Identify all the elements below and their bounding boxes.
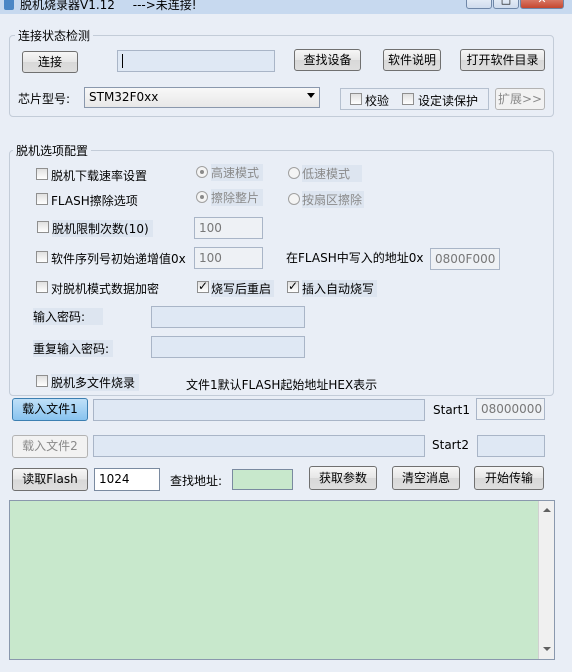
window-title: 脱机烧录器V1.12 --->未连接! bbox=[20, 0, 197, 13]
erase-sector-radio[interactable] bbox=[288, 193, 300, 205]
message-log[interactable] bbox=[9, 500, 555, 660]
start2-label: Start2 bbox=[432, 438, 469, 452]
software-help-button[interactable]: 软件说明 bbox=[383, 49, 441, 71]
start1-field[interactable]: 08000000 bbox=[476, 398, 545, 420]
start2-field[interactable] bbox=[477, 435, 545, 457]
verify-label: 校验 bbox=[365, 94, 390, 108]
flash-erase-checkbox[interactable] bbox=[36, 193, 48, 205]
minimize-icon: ─ bbox=[476, 0, 483, 6]
maximize-button[interactable]: □ bbox=[493, 0, 519, 9]
file1-path-field[interactable] bbox=[93, 399, 425, 421]
get-params-button[interactable]: 获取参数 bbox=[309, 466, 377, 490]
erase-sector-label: 按扇区擦除 bbox=[302, 191, 365, 208]
scroll-up-icon[interactable] bbox=[543, 508, 551, 512]
chip-model-value: STM32F0xx bbox=[89, 90, 159, 104]
download-rate-label: 脱机下载速率设置 bbox=[51, 169, 148, 183]
options-group-label: 脱机选项配置 bbox=[13, 142, 92, 159]
app-icon bbox=[4, 0, 14, 10]
download-rate-checkbox[interactable] bbox=[36, 168, 48, 180]
flash-address-label: 在FLASH中写入的地址0x bbox=[286, 251, 424, 265]
read-size-field[interactable]: 1024 bbox=[94, 468, 160, 491]
load-file2-button[interactable]: 载入文件2 bbox=[12, 435, 88, 458]
clear-messages-button[interactable]: 清空消息 bbox=[392, 466, 460, 490]
serial-increment-field[interactable]: 100 bbox=[194, 247, 263, 269]
read-protect-checkbox[interactable] bbox=[402, 93, 414, 105]
restart-checkbox[interactable]: ✓ bbox=[197, 279, 209, 293]
multi-file-checkbox[interactable] bbox=[36, 375, 48, 387]
file2-path-field[interactable] bbox=[93, 435, 425, 457]
password-field[interactable] bbox=[151, 306, 305, 328]
auto-burn-label: 插入自动烧写 bbox=[302, 280, 378, 297]
radio-selected-dot bbox=[200, 195, 204, 199]
encrypt-label: 对脱机模式数据加密 bbox=[51, 282, 160, 296]
multi-file-label: 脱机多文件烧录 bbox=[51, 374, 140, 391]
title-bar: 脱机烧录器V1.12 --->未连接! ─ □ ✕ bbox=[0, 0, 572, 14]
scroll-down-icon[interactable] bbox=[543, 647, 551, 651]
radio-selected-dot bbox=[200, 170, 204, 174]
high-speed-radio[interactable] bbox=[196, 166, 208, 178]
read-flash-button[interactable]: 读取Flash bbox=[12, 468, 88, 491]
restart-label: 烧写后重启 bbox=[211, 280, 275, 297]
start1-label: Start1 bbox=[433, 403, 470, 417]
find-address-label: 查找地址: bbox=[170, 474, 223, 488]
limit-count-field[interactable]: 100 bbox=[194, 217, 263, 239]
high-speed-label: 高速模式 bbox=[211, 164, 264, 181]
auto-burn-checkbox[interactable]: ✓ bbox=[287, 279, 299, 293]
serial-increment-checkbox[interactable] bbox=[36, 251, 48, 263]
chip-model-select[interactable]: STM32F0xx bbox=[84, 87, 320, 108]
erase-full-label: 擦除整片 bbox=[211, 189, 264, 206]
close-button[interactable]: ✕ bbox=[520, 0, 564, 9]
connect-button[interactable]: 连接 bbox=[22, 51, 78, 73]
serial-increment-label: 软件序列号初始递增值0x bbox=[51, 252, 186, 266]
expand-button[interactable]: 扩展>> bbox=[495, 88, 545, 110]
erase-full-radio[interactable] bbox=[196, 191, 208, 203]
chevron-down-icon bbox=[307, 93, 315, 98]
confirm-password-label: 重复输入密码: bbox=[33, 340, 114, 357]
chip-model-label: 芯片型号: bbox=[18, 92, 71, 106]
encrypt-checkbox[interactable] bbox=[36, 281, 48, 293]
flash-erase-label: FLASH擦除选项 bbox=[51, 194, 138, 208]
checkmark-icon: ✓ bbox=[198, 279, 209, 293]
load-file1-button[interactable]: 载入文件1 bbox=[12, 398, 88, 421]
low-speed-label: 低速模式 bbox=[302, 165, 363, 182]
low-speed-radio[interactable] bbox=[288, 167, 300, 179]
limit-count-label: 脱机限制次数(10) bbox=[52, 220, 153, 237]
text-cursor bbox=[122, 54, 123, 68]
read-protect-label: 设定读保护 bbox=[418, 94, 479, 108]
close-icon: ✕ bbox=[537, 0, 546, 6]
flash-address-field[interactable]: 0800F000 bbox=[430, 248, 500, 270]
connection-status: --->未连接! bbox=[132, 0, 197, 12]
find-address-field[interactable] bbox=[232, 469, 293, 490]
confirm-password-field[interactable] bbox=[151, 336, 305, 358]
log-scrollbar[interactable] bbox=[538, 501, 554, 659]
minimize-button[interactable]: ─ bbox=[466, 0, 492, 9]
start-transfer-button[interactable]: 开始传输 bbox=[474, 466, 544, 490]
limit-count-checkbox[interactable] bbox=[37, 221, 49, 233]
open-directory-button[interactable]: 打开软件目录 bbox=[460, 49, 545, 71]
connection-group-label: 连接状态检测 bbox=[15, 27, 94, 44]
find-device-button[interactable]: 查找设备 bbox=[294, 49, 361, 71]
device-field[interactable] bbox=[117, 50, 275, 72]
verify-checkbox[interactable] bbox=[350, 93, 362, 105]
app-title: 脱机烧录器V1.12 bbox=[20, 0, 115, 12]
checkmark-icon: ✓ bbox=[288, 279, 299, 293]
maximize-icon: □ bbox=[501, 0, 511, 6]
password-label: 输入密码: bbox=[33, 308, 104, 325]
file-address-note: 文件1默认FLASH起始地址HEX表示 bbox=[186, 378, 378, 392]
options-group bbox=[9, 150, 554, 396]
